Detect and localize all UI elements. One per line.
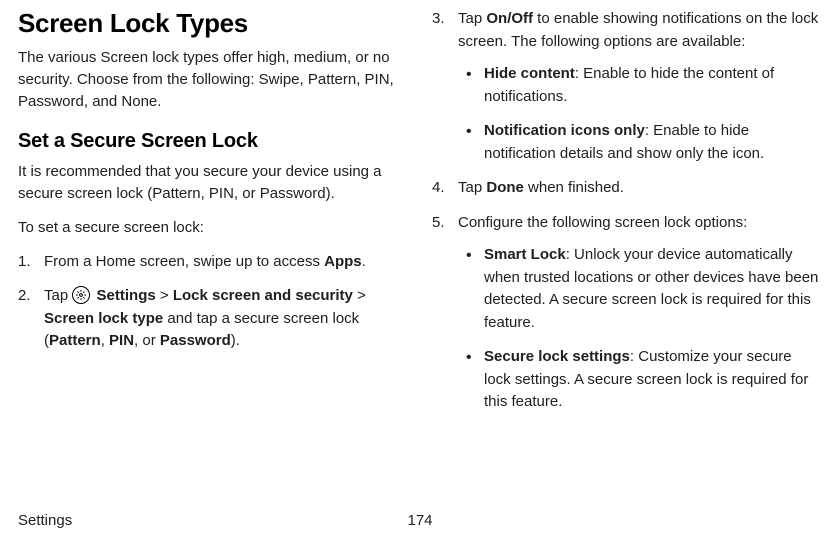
step-3-bullets: Hide content: Enable to hide the content…: [458, 63, 822, 165]
step-1: From a Home screen, swipe up to access A…: [18, 251, 408, 274]
step-2: Tap Settings > Lock screen and security …: [18, 285, 408, 353]
step-2-lock-security: Lock screen and security: [173, 287, 353, 304]
page-footer: Settings 174: [18, 512, 822, 529]
step-2-lock-type: Screen lock type: [44, 310, 163, 327]
step-1-text-a: From a Home screen, swipe up to access: [44, 253, 324, 270]
bullet-smart-lock: Smart Lock: Unlock your device automatic…: [458, 244, 822, 334]
step-2-text-c: >: [156, 287, 173, 304]
step-5: Configure the following screen lock opti…: [432, 212, 822, 414]
footer-section-label: Settings: [18, 512, 72, 529]
step-1-text-c: .: [362, 253, 366, 270]
page-title: Screen Lock Types: [18, 8, 408, 39]
bullet-secure-lock-settings-label: Secure lock settings: [484, 348, 630, 365]
bullet-notification-icons-label: Notification icons only: [484, 122, 645, 139]
body-paragraph-2: To set a secure screen lock:: [18, 217, 408, 239]
step-2-password: Password: [160, 332, 231, 349]
step-2-text-i: ,: [101, 332, 109, 349]
step-4-done: Done: [486, 179, 524, 196]
left-column: Screen Lock Types The various Screen loc…: [18, 8, 408, 498]
step-2-text-a: Tap: [44, 287, 72, 304]
step-3: Tap On/Off to enable showing notificatio…: [432, 8, 822, 165]
bullet-notification-icons: Notification icons only: Enable to hide …: [458, 120, 822, 165]
step-2-text-m: ).: [231, 332, 240, 349]
step-5-text-a: Configure the following screen lock opti…: [458, 214, 747, 231]
bullet-hide-content-label: Hide content: [484, 65, 575, 82]
content-columns: Screen Lock Types The various Screen loc…: [18, 8, 822, 498]
step-2-pin: PIN: [109, 332, 134, 349]
bullet-hide-content: Hide content: Enable to hide the content…: [458, 63, 822, 108]
right-column: Tap On/Off to enable showing notificatio…: [432, 8, 822, 498]
gear-icon: [72, 286, 90, 304]
subheading: Set a Secure Screen Lock: [18, 130, 408, 153]
step-4-text-a: Tap: [458, 179, 486, 196]
step-2-settings: Settings: [92, 287, 155, 304]
step-2-pattern: Pattern: [49, 332, 101, 349]
step-4-text-c: when finished.: [524, 179, 624, 196]
bullet-secure-lock-settings: Secure lock settings: Customize your sec…: [458, 346, 822, 414]
intro-paragraph: The various Screen lock types offer high…: [18, 47, 408, 112]
step-2-text-k: , or: [134, 332, 160, 349]
step-3-onoff: On/Off: [486, 10, 533, 27]
bullet-smart-lock-label: Smart Lock: [484, 246, 566, 263]
steps-list-right: Tap On/Off to enable showing notificatio…: [432, 8, 822, 414]
footer-page-number: 174: [407, 512, 432, 529]
steps-list-left: From a Home screen, swipe up to access A…: [18, 251, 408, 353]
step-3-text-a: Tap: [458, 10, 486, 27]
step-4: Tap Done when finished.: [432, 177, 822, 200]
step-5-bullets: Smart Lock: Unlock your device automatic…: [458, 244, 822, 414]
step-2-text-e: >: [353, 287, 366, 304]
step-1-apps: Apps: [324, 253, 362, 270]
body-paragraph-1: It is recommended that you secure your d…: [18, 161, 408, 205]
